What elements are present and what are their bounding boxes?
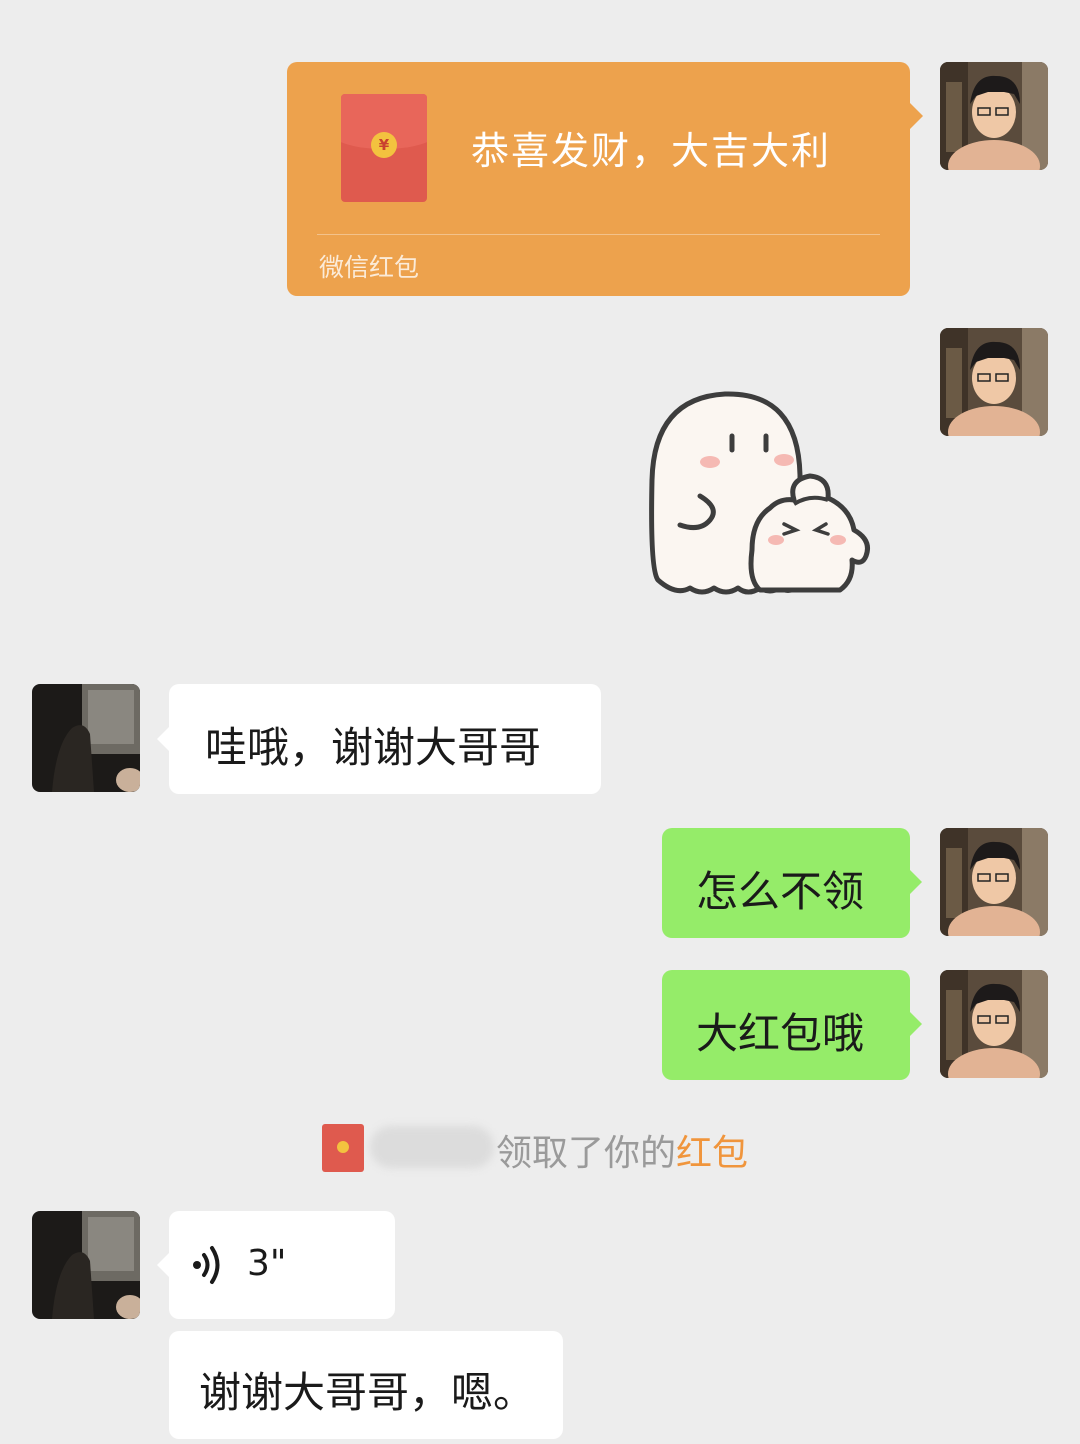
self-avatar[interactable]	[940, 828, 1048, 936]
avatar-icon	[940, 970, 1048, 1078]
message-text: 怎么不领	[696, 867, 865, 916]
ghost-sticker-icon	[649, 391, 870, 595]
voice-message-bubble[interactable]: 3"	[169, 1211, 395, 1319]
bubble-tail	[909, 869, 922, 895]
message-text: 大红包哦	[696, 1009, 865, 1058]
notice-text: 领取了你的红包	[496, 1124, 748, 1176]
bubble-tail	[909, 1011, 922, 1037]
divider	[317, 234, 880, 235]
red-envelope-icon	[322, 1124, 364, 1172]
voice-duration: 3"	[247, 1243, 287, 1284]
red-packet-title: 恭喜发财，大吉大利	[471, 129, 832, 173]
avatar-icon	[32, 1211, 140, 1319]
message-bubble[interactable]: 谢谢大哥哥，嗯。	[169, 1331, 563, 1439]
coin-icon: ¥	[371, 132, 397, 158]
contact-avatar[interactable]	[32, 684, 140, 792]
self-avatar[interactable]	[940, 62, 1048, 170]
ghost-sticker[interactable]	[640, 380, 880, 610]
red-packet-link[interactable]: 红包	[676, 1133, 748, 1174]
avatar-icon	[940, 328, 1048, 436]
notice-label: 领取了你的	[496, 1133, 677, 1174]
avatar-icon	[940, 828, 1048, 936]
red-packet-footer: 微信红包	[319, 253, 420, 282]
blurred-name	[370, 1126, 494, 1168]
avatar-icon	[940, 62, 1048, 170]
avatar-icon	[32, 684, 140, 792]
red-envelope-icon: ¥	[341, 94, 427, 202]
message-bubble[interactable]: 大红包哦	[662, 970, 910, 1080]
self-avatar[interactable]	[940, 328, 1048, 436]
message-text: 哇哦，谢谢大哥哥	[205, 723, 542, 772]
contact-avatar[interactable]	[32, 1211, 140, 1319]
message-bubble[interactable]: 怎么不领	[662, 828, 910, 938]
voice-wave-icon	[193, 1246, 220, 1284]
message-text: 谢谢大哥哥，嗯。	[199, 1368, 536, 1417]
bubble-tail	[909, 102, 923, 130]
message-bubble[interactable]: 哇哦，谢谢大哥哥	[169, 684, 601, 794]
red-packet-card[interactable]: ¥ 恭喜发财，大吉大利 微信红包	[287, 62, 910, 296]
self-avatar[interactable]	[940, 970, 1048, 1078]
